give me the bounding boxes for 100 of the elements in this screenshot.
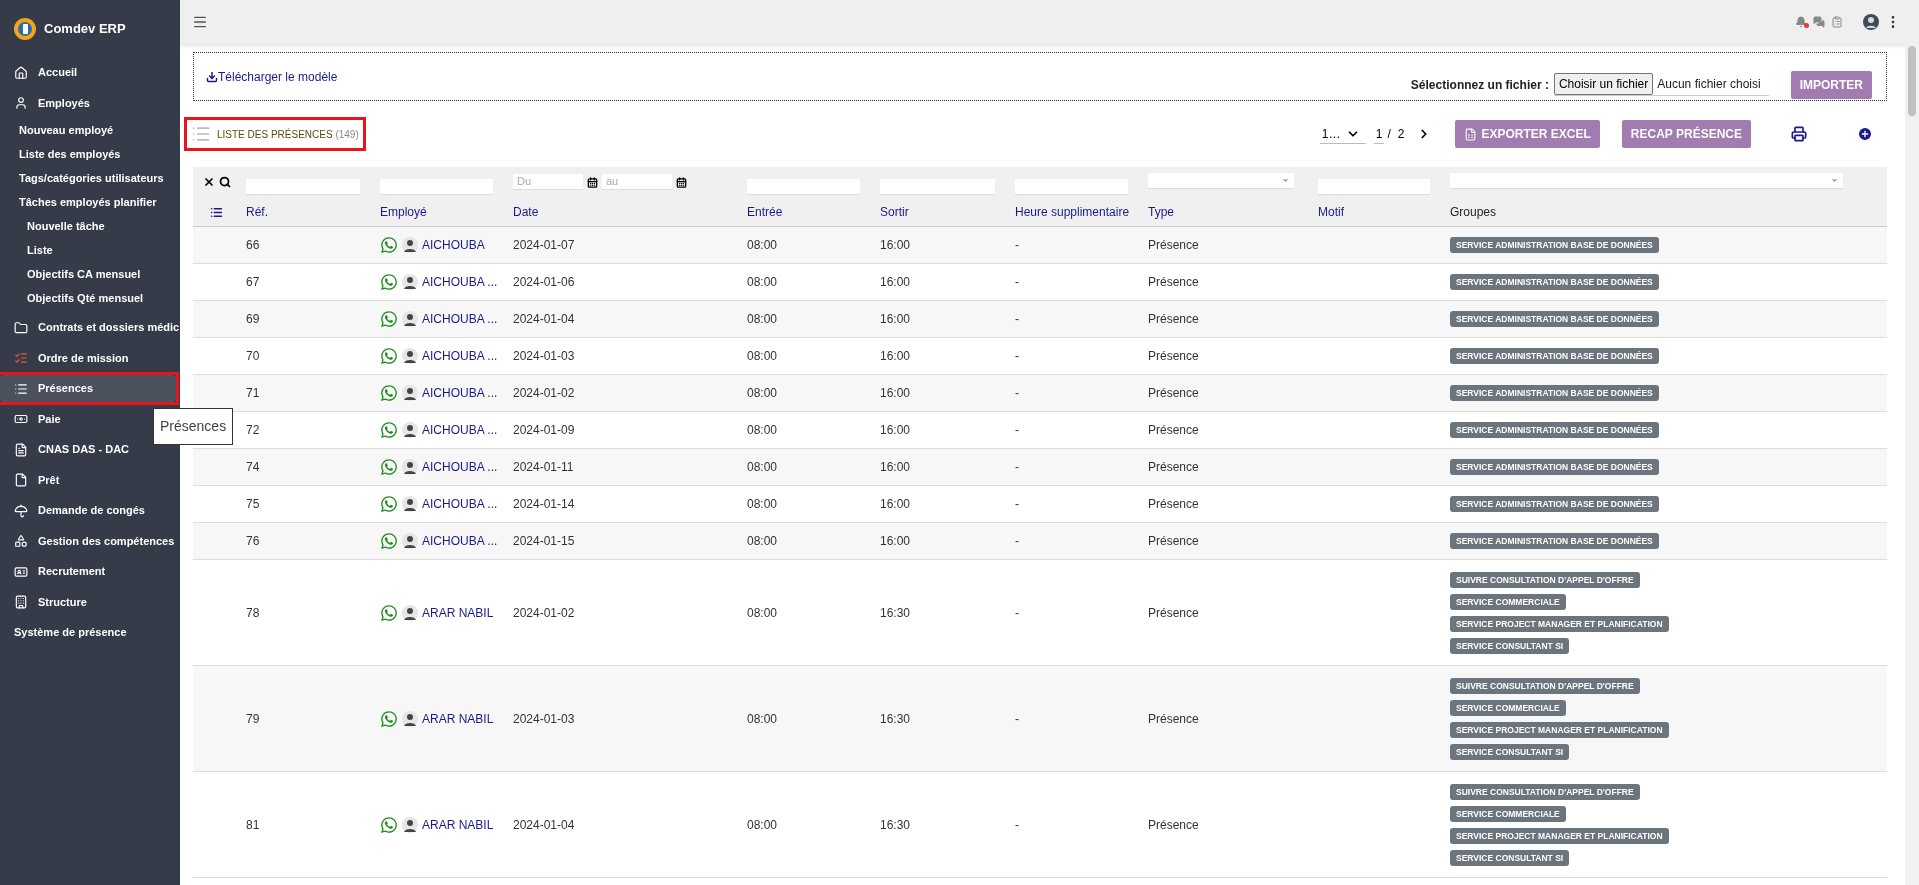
table-cell-text: 08:00 xyxy=(746,311,779,328)
column-header[interactable]: Heure supplimentaire xyxy=(1009,197,1142,227)
notification-icon[interactable] xyxy=(1795,16,1807,28)
avatar-icon xyxy=(402,311,418,327)
banknote-icon xyxy=(14,412,28,426)
clipboard-icon[interactable] xyxy=(1831,16,1843,28)
sidebar-item[interactable]: Paie xyxy=(0,405,65,433)
whatsapp-icon[interactable] xyxy=(380,532,398,550)
sidebar-item[interactable]: Gestion des compétences xyxy=(0,527,179,555)
import-button[interactable]: IMPORTER xyxy=(1790,70,1872,99)
file-input[interactable]: Choisir un fichier Aucun fichier choisi xyxy=(1553,73,1769,96)
sidebar-item[interactable]: Ordre de mission xyxy=(0,344,133,372)
table-cell-text: 67 xyxy=(245,274,261,291)
sidebar-subitem[interactable]: Nouveau employé xyxy=(0,118,176,143)
sidebar-subitem[interactable]: Liste des employés xyxy=(0,142,176,167)
date-from-field[interactable]: Du xyxy=(513,174,583,190)
employee-link[interactable]: AICHOUBA ... xyxy=(422,384,498,402)
employee-link[interactable]: ARAR NABIL xyxy=(422,815,494,834)
search-icon[interactable] xyxy=(218,176,231,188)
sidebar-item[interactable]: Prêt xyxy=(0,466,64,494)
column-header[interactable]: Entrée xyxy=(741,197,874,227)
employee-link[interactable]: AICHOUBA xyxy=(422,236,485,254)
sidebar-item[interactable]: Demande de congés xyxy=(0,497,149,524)
sidebar-subitem[interactable]: Nouvelle tâche xyxy=(0,214,176,239)
whatsapp-icon[interactable] xyxy=(380,310,398,328)
whatsapp-icon[interactable] xyxy=(380,236,398,254)
employee-link[interactable]: AICHOUBA ... xyxy=(422,458,498,476)
chat-icon[interactable] xyxy=(1813,16,1825,28)
filter-field[interactable] xyxy=(1015,178,1128,195)
column-header[interactable]: Employé xyxy=(374,197,507,227)
table-cell-text: Présence xyxy=(1147,311,1200,328)
calendar-icon[interactable] xyxy=(676,176,687,188)
export-excel-button[interactable]: EXPORTER EXCEL xyxy=(1454,120,1600,148)
date-to-field[interactable]: au xyxy=(602,174,672,190)
filter-field[interactable] xyxy=(380,178,493,195)
column-header[interactable]: Type xyxy=(1142,197,1312,227)
table-cell-text: 2024-01-03 xyxy=(512,710,576,728)
employee-link[interactable]: AICHOUBA ... xyxy=(422,495,498,513)
whatsapp-icon[interactable] xyxy=(380,347,398,365)
employee-link[interactable]: AICHOUBA ... xyxy=(422,532,498,550)
column-header[interactable]: Date xyxy=(507,197,741,227)
group-tag: SERVICE CONSULTANT SI xyxy=(1450,743,1570,760)
sidebar-subitem[interactable]: Objectifs Qté mensuel xyxy=(0,286,176,311)
table-cell-text: 08:00 xyxy=(746,237,779,254)
add-icon[interactable] xyxy=(1857,126,1873,142)
recap-button[interactable]: RECAP PRÉSENCE xyxy=(1621,120,1751,148)
whatsapp-icon[interactable] xyxy=(380,709,398,728)
sidebar-subitem[interactable]: Tags/catégories utilisateurs xyxy=(0,166,176,191)
print-icon[interactable] xyxy=(1791,126,1807,142)
table-cell-text: - xyxy=(1014,496,1020,513)
sidebar-item[interactable]: CNAS DAS - DAC xyxy=(0,436,134,463)
sidebar-item[interactable]: Système de présence xyxy=(0,619,131,646)
whatsapp-icon[interactable] xyxy=(380,273,398,291)
menu-icon[interactable] xyxy=(192,14,208,30)
employee-link[interactable]: AICHOUBA ... xyxy=(422,310,498,328)
whatsapp-icon[interactable] xyxy=(380,495,398,513)
whatsapp-icon[interactable] xyxy=(380,458,398,476)
caret-icon xyxy=(1281,176,1290,185)
filter-field[interactable] xyxy=(880,178,995,195)
sidebar-item[interactable]: Présences xyxy=(0,375,176,402)
whatsapp-icon[interactable] xyxy=(380,384,398,402)
sidebar-item[interactable]: Contrats et dossiers médic xyxy=(0,314,180,341)
table-cell-text: 72 xyxy=(245,422,261,439)
whatsapp-icon[interactable] xyxy=(380,421,398,439)
sidebar-subitem[interactable]: Objectifs CA mensuel xyxy=(0,262,176,287)
employee-link[interactable]: AICHOUBA ... xyxy=(422,421,498,439)
group-tag: SUIVRE CONSULTATION D'APPEL D'OFFRE xyxy=(1450,571,1640,588)
column-header[interactable]: Motif xyxy=(1312,197,1444,227)
column-header[interactable]: Sortir xyxy=(874,197,1009,227)
columns-icon[interactable] xyxy=(210,205,223,219)
sidebar-subitem[interactable]: Liste xyxy=(0,238,176,263)
sidebar-item[interactable]: Structure xyxy=(0,588,91,616)
sidebar-item[interactable]: Employés xyxy=(0,89,94,117)
page-size-select[interactable]: 1… xyxy=(1319,124,1366,144)
checklist-icon xyxy=(14,351,28,365)
file-label: Sélectionnez un fichier : xyxy=(1410,76,1549,94)
filter-field[interactable] xyxy=(1318,178,1430,195)
column-header[interactable]: Réf. xyxy=(240,197,374,227)
employee-link[interactable]: AICHOUBA ... xyxy=(422,273,498,291)
employee-link[interactable]: ARAR NABIL xyxy=(422,603,494,622)
sidebar-item[interactable]: Accueil xyxy=(0,59,82,86)
scrollbar-thumb[interactable] xyxy=(1908,46,1916,116)
sidebar-subitem[interactable]: Tâches employés planifier xyxy=(0,190,176,215)
sidebar-item[interactable]: Recrutement xyxy=(0,558,110,585)
list-icon xyxy=(14,381,28,396)
table-cell-text: Présence xyxy=(1147,459,1200,476)
download-template-link[interactable]: Télécharger le modèle xyxy=(206,67,338,86)
whatsapp-icon[interactable] xyxy=(380,603,398,622)
page-number: 1 xyxy=(1373,124,1385,144)
filter-field[interactable] xyxy=(246,178,360,195)
clear-filter-icon[interactable] xyxy=(202,176,215,188)
employee-link[interactable]: AICHOUBA ... xyxy=(422,347,498,365)
table-cell-text: 16:00 xyxy=(879,348,912,365)
avatar-icon[interactable] xyxy=(1863,14,1879,30)
choose-file-button[interactable]: Choisir un fichier xyxy=(1553,73,1654,95)
filter-field[interactable] xyxy=(747,178,860,195)
employee-link[interactable]: ARAR NABIL xyxy=(422,709,494,728)
column-header[interactable]: Groupes xyxy=(1444,197,1887,227)
whatsapp-icon[interactable] xyxy=(380,815,398,834)
calendar-icon[interactable] xyxy=(587,176,598,188)
